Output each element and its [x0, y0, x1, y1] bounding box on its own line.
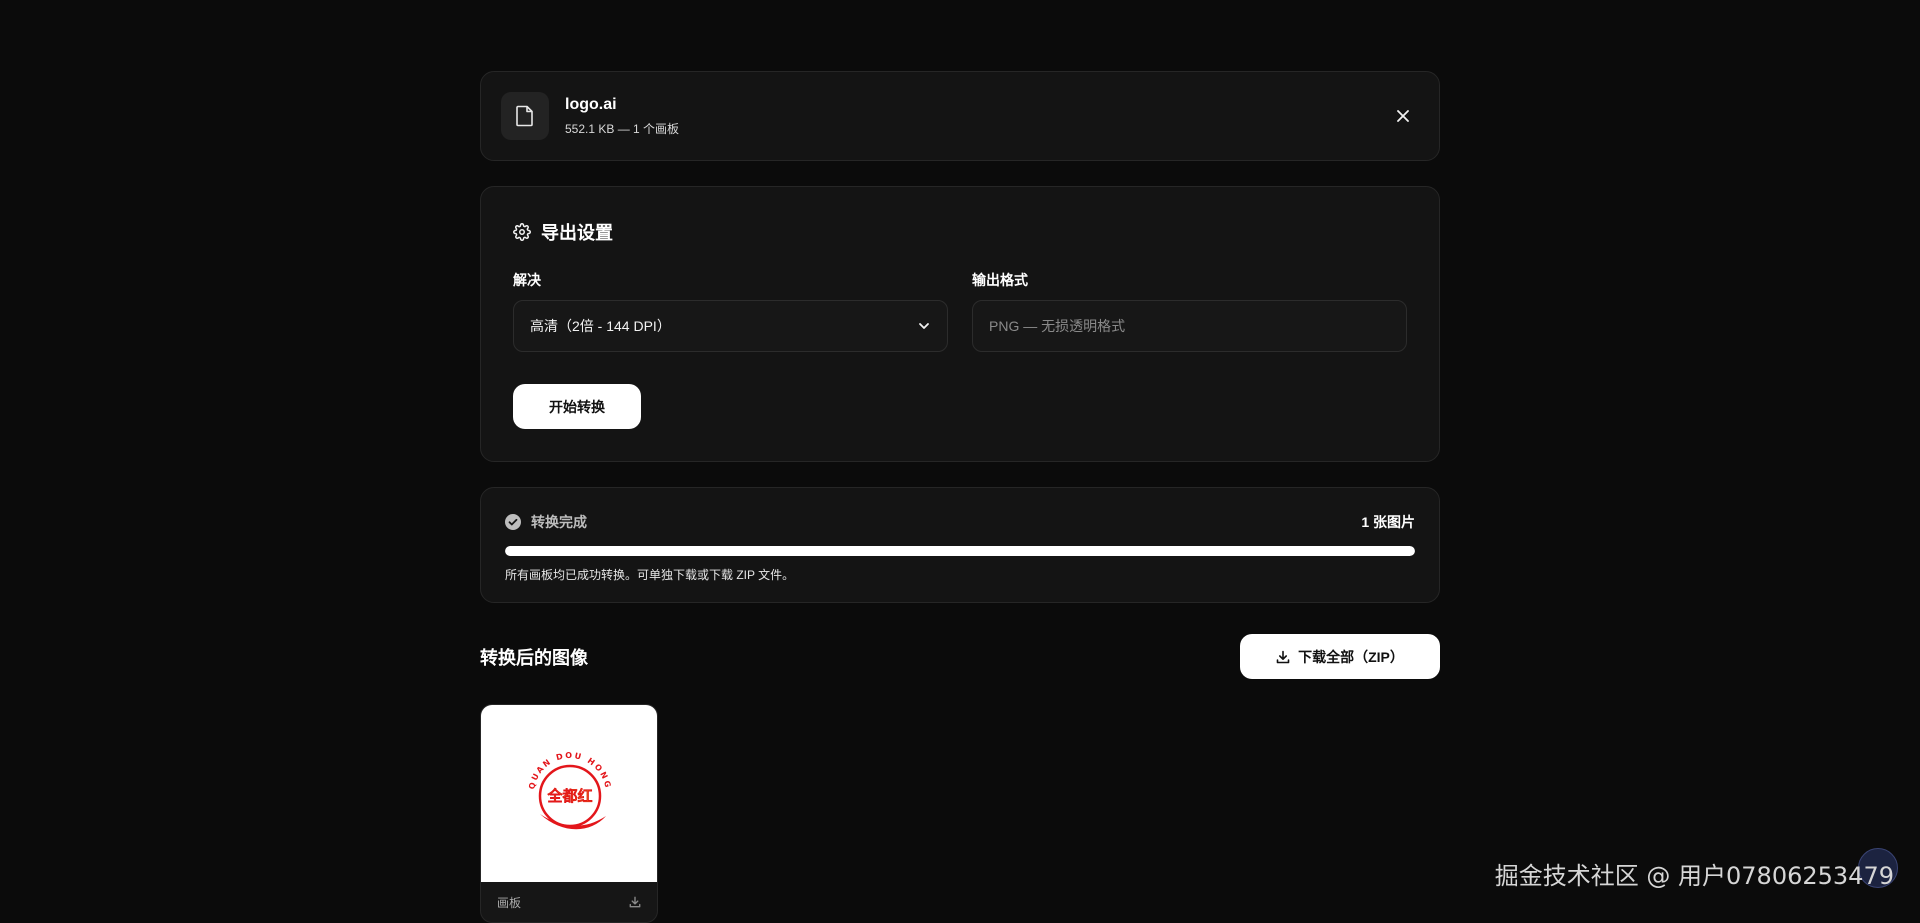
settings-header: 导出设置 — [513, 219, 1407, 245]
gear-icon — [513, 223, 531, 241]
svg-text:全都红: 全都红 — [546, 787, 592, 805]
format-label: 输出格式 — [972, 272, 1028, 288]
image-count: 1 张图片 — [1361, 514, 1415, 530]
status-text: 转换完成 — [531, 514, 587, 530]
resolution-field: 解决 高清（2倍 - 144 DPI） — [513, 270, 948, 352]
result-card-footer: 画板 — [481, 882, 657, 922]
progress-card: 转换完成 1 张图片 所有画板均已成功转换。可单独下载或下载 ZIP 文件。 — [480, 487, 1440, 603]
progress-bar — [505, 546, 1415, 556]
settings-title: 导出设置 — [541, 223, 613, 243]
export-settings-card: 导出设置 解决 高清（2倍 - 144 DPI） 输出格式 PNG — 无损透明… — [480, 186, 1440, 462]
close-icon — [1397, 110, 1409, 122]
watermark: 掘金技术社区 @ 用户07806253479 — [1494, 862, 1894, 890]
download-icon[interactable] — [629, 896, 641, 908]
format-select[interactable]: PNG — 无损透明格式 — [972, 300, 1407, 352]
close-button[interactable] — [1387, 100, 1419, 132]
file-info: 552.1 KB — 1 个画板 — [565, 121, 680, 136]
file-name: logo.ai — [565, 95, 617, 113]
svg-text:QUAN DOU HONG: QUAN DOU HONG — [527, 750, 613, 789]
resolution-value: 高清（2倍 - 144 DPI） — [530, 318, 671, 334]
progress-top: 转换完成 1 张图片 — [505, 512, 1415, 532]
file-meta: logo.ai 552.1 KB — 1 个画板 — [565, 96, 1387, 137]
download-all-label: 下载全部（ZIP） — [1298, 648, 1404, 665]
format-field: 输出格式 PNG — 无损透明格式 — [972, 270, 1407, 352]
results-title: 转换后的图像 — [480, 647, 588, 668]
start-conversion-button[interactable]: 开始转换 — [513, 384, 641, 429]
format-value: PNG — 无损透明格式 — [989, 318, 1126, 334]
progress-message: 所有画板均已成功转换。可单独下载或下载 ZIP 文件。 — [505, 568, 795, 582]
file-icon — [501, 92, 549, 140]
resolution-label: 解决 — [513, 272, 541, 288]
main-container: logo.ai 552.1 KB — 1 个画板 导出设置 解决 高清（2倍 -… — [480, 71, 1440, 923]
resolution-select[interactable]: 高清（2倍 - 144 DPI） — [513, 300, 948, 352]
results-header: 转换后的图像 下载全部（ZIP） — [480, 634, 1440, 679]
file-card: logo.ai 552.1 KB — 1 个画板 — [480, 71, 1440, 161]
progress-fill — [505, 546, 1415, 556]
check-circle-icon — [505, 514, 521, 530]
download-icon — [1276, 650, 1290, 663]
chevron-down-icon — [919, 323, 929, 329]
brand-logo: QUAN DOU HONG 全都红 — [527, 750, 613, 829]
settings-fields: 解决 高清（2倍 - 144 DPI） 输出格式 PNG — 无损透明格式 — [513, 270, 1407, 352]
artboard-label: 画板 — [497, 895, 522, 910]
result-thumbnail[interactable]: QUAN DOU HONG 全都红 — [481, 705, 657, 882]
result-card[interactable]: QUAN DOU HONG 全都红 画板 — [480, 704, 658, 923]
progress-status: 转换完成 — [505, 512, 587, 532]
download-all-button[interactable]: 下载全部（ZIP） — [1240, 634, 1440, 679]
